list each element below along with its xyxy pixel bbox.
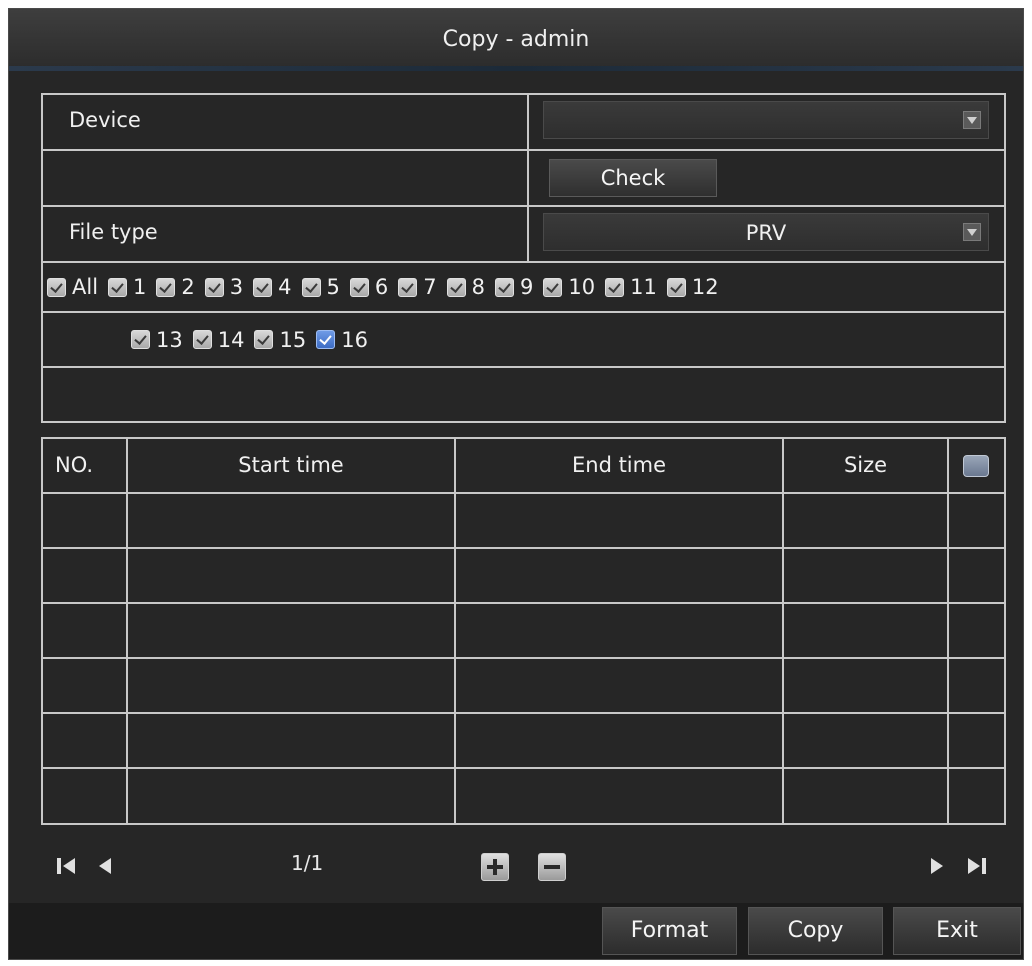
dropdown-arrow-icon [963, 111, 981, 129]
prev-page-icon[interactable] [97, 855, 113, 877]
title-bar: Copy - admin [9, 9, 1023, 71]
checkbox-checked-icon [605, 277, 625, 297]
checkbox-checked-icon [301, 277, 321, 297]
checkbox-checked-icon [666, 277, 686, 297]
channel-label: 7 [423, 275, 437, 299]
channel-label: 1 [133, 275, 147, 299]
file-list-table: NO. Start time End time Size [41, 437, 1006, 825]
file-type-dropdown[interactable]: PRV [543, 213, 989, 251]
check-button[interactable]: Check [549, 159, 717, 197]
channel-label: 15 [279, 327, 307, 352]
table-row[interactable] [43, 604, 1004, 659]
checkbox-checked-icon [495, 277, 515, 297]
select-all-checkbox[interactable] [963, 455, 989, 477]
pagination-bar: 1/1 [41, 847, 1006, 887]
channel-checkbox-10[interactable]: 10 [543, 275, 595, 299]
footer-bar: Format Copy Exit [9, 903, 1023, 959]
channel-label: 2 [181, 275, 195, 299]
channel-checkbox-4[interactable]: 4 [253, 275, 292, 299]
exit-button[interactable]: Exit [893, 907, 1021, 955]
checkbox-checked-icon [398, 277, 418, 297]
table-row[interactable] [43, 769, 1004, 824]
first-page-icon[interactable] [55, 855, 79, 877]
checkbox-checked-icon [192, 330, 212, 349]
channel-checkbox-2[interactable]: 2 [156, 275, 195, 299]
channel-label: 8 [471, 275, 486, 299]
file-type-value: PRV [745, 221, 787, 245]
channel-label: 9 [520, 275, 534, 299]
channel-label: 13 [156, 327, 183, 352]
checkbox-checked-icon [254, 330, 274, 349]
header-end-time: End time [454, 439, 782, 492]
channel-checkbox-11[interactable]: 11 [605, 275, 657, 299]
device-label: Device [69, 108, 141, 132]
copy-button[interactable]: Copy [748, 907, 883, 955]
channel-checkbox-group: 13 14 15 16 [131, 313, 378, 366]
copy-settings-panel: Device Check File type PRV All 1 2 3 4 5… [41, 93, 1006, 423]
channel-label: 10 [568, 275, 596, 299]
dropdown-arrow-icon [963, 223, 981, 241]
channel-label: 3 [229, 275, 244, 299]
zoom-out-button[interactable] [538, 853, 566, 881]
channel-label: 6 [374, 275, 389, 299]
header-start-time: Start time [126, 439, 454, 492]
channel-label: 12 [691, 275, 719, 299]
empty-row [43, 368, 1004, 423]
checkbox-checked-icon [47, 277, 66, 297]
device-dropdown[interactable] [543, 101, 989, 139]
file-type-label: File type [69, 220, 158, 244]
check-row: Check [43, 151, 1004, 207]
table-row[interactable] [43, 549, 1004, 604]
checkbox-checked-icon [108, 277, 128, 297]
channel-checkbox-9[interactable]: 9 [495, 275, 533, 299]
channel-label: 14 [217, 327, 245, 352]
channel-checkbox-13[interactable]: 13 [131, 328, 183, 352]
checkbox-checked-icon [156, 277, 176, 297]
channel-checkbox-15[interactable]: 15 [254, 328, 306, 352]
copy-dialog: Copy - admin Device Check File type PRV [9, 9, 1023, 959]
channel-row-1: All 1 2 3 4 5 6 7 8 9 10 11 12 [43, 263, 1004, 313]
channel-checkbox-16[interactable]: 16 [316, 328, 368, 352]
channel-label: 5 [326, 275, 340, 299]
channel-label: 4 [278, 275, 292, 299]
page-indicator: 1/1 [291, 851, 324, 875]
next-page-icon[interactable] [929, 855, 945, 877]
header-size: Size [782, 439, 947, 492]
checkbox-checked-icon [131, 330, 150, 349]
checkbox-checked-icon [349, 277, 369, 297]
checkbox-checked-icon [253, 277, 273, 297]
checkbox-checked-icon [204, 277, 224, 297]
checkbox-checked-icon [543, 277, 563, 297]
channel-checkbox-group: All 1 2 3 4 5 6 7 8 9 10 11 12 [47, 263, 719, 311]
device-row: Device [43, 95, 1004, 151]
channel-checkbox-14[interactable]: 14 [192, 327, 245, 352]
title-accent-bar [9, 66, 1023, 71]
channel-checkbox-6[interactable]: 6 [349, 275, 389, 299]
table-row[interactable] [43, 494, 1004, 549]
channel-row-2: 13 14 15 16 [43, 313, 1004, 368]
channel-checkbox-12[interactable]: 12 [666, 275, 719, 299]
minus-icon [544, 865, 560, 869]
table-row[interactable] [43, 714, 1004, 769]
channel-checkbox-7[interactable]: 7 [398, 275, 437, 299]
format-button[interactable]: Format [602, 907, 737, 955]
header-select-all [947, 439, 1004, 492]
channel-all-label: All [72, 275, 99, 299]
window-title: Copy - admin [442, 27, 590, 52]
channel-checkbox-8[interactable]: 8 [446, 275, 486, 299]
table-header: NO. Start time End time Size [43, 439, 1004, 494]
file-type-row: File type PRV [43, 207, 1004, 263]
channel-checkbox-3[interactable]: 3 [204, 275, 244, 299]
channel-all-checkbox[interactable]: All [47, 275, 98, 299]
checkbox-checked-icon [446, 277, 466, 297]
header-no: NO. [55, 453, 94, 477]
channel-checkbox-1[interactable]: 1 [108, 275, 146, 299]
zoom-in-button[interactable] [481, 853, 509, 881]
channel-label: 16 [341, 327, 368, 352]
checkbox-checked-icon [316, 330, 336, 349]
table-row[interactable] [43, 659, 1004, 714]
channel-checkbox-5[interactable]: 5 [301, 275, 340, 299]
channel-label: 11 [630, 275, 657, 299]
last-page-icon[interactable] [964, 855, 988, 877]
